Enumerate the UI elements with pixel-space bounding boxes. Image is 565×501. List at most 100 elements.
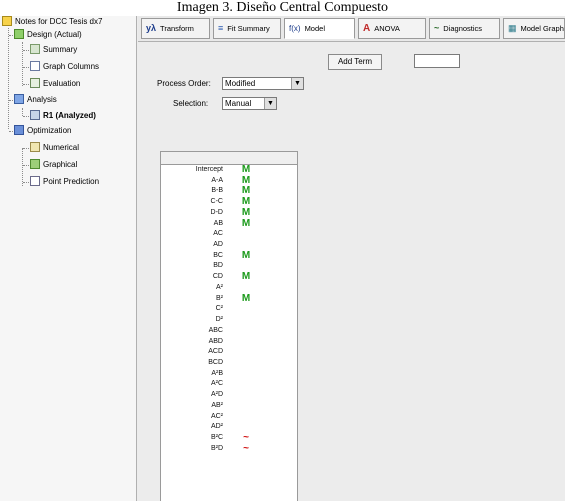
tree-item-label: Design (Actual) (27, 30, 82, 39)
table-row[interactable]: A²D (161, 390, 297, 401)
process-order-value: Modified (225, 79, 256, 88)
anova-icon: A (363, 23, 371, 34)
tree-item-numerical[interactable]: Numerical (30, 141, 79, 155)
table-row[interactable]: C-C M (161, 196, 297, 208)
transform-icon: yλ (146, 23, 157, 33)
analysis-icon (14, 94, 24, 104)
tree-item-label: Evaluation (43, 79, 81, 88)
term-name: AC² (210, 412, 223, 420)
optimization-icon (14, 125, 24, 135)
tree-item-analysis[interactable]: Analysis (14, 93, 57, 107)
tab-diagnostics[interactable]: ~ Diagnostics (429, 18, 500, 39)
tree-item-evaluation[interactable]: Evaluation (30, 77, 80, 91)
tree-item-label: Numerical (43, 143, 80, 152)
model-term-mark[interactable]: M (240, 207, 252, 219)
tree-item-graphical[interactable]: Graphical (30, 158, 77, 172)
table-row[interactable]: CD M (161, 271, 297, 283)
term-name: ABD (208, 337, 223, 345)
response-icon (30, 110, 40, 120)
tree-item-label: Analysis (27, 95, 57, 104)
table-row[interactable]: B² M (161, 293, 297, 305)
table-row[interactable]: ABD (161, 337, 297, 348)
add-term-input[interactable] (414, 54, 460, 68)
term-name: A²C (210, 380, 223, 388)
term-name: Intercept (195, 166, 223, 173)
tree-connector (8, 28, 9, 129)
table-row[interactable]: AC² (161, 412, 297, 423)
table-row[interactable]: A² (161, 283, 297, 294)
aliased-term-mark[interactable]: ~ (240, 443, 252, 455)
term-name: AB² (211, 401, 223, 409)
graphical-icon (30, 159, 40, 169)
table-row[interactable]: BD (161, 261, 297, 272)
tree-item-point-prediction[interactable]: Point Prediction (30, 175, 99, 189)
term-name: ABC (208, 326, 223, 334)
chevron-down-icon[interactable]: ▼ (264, 98, 276, 109)
diagnostics-icon: ~ (434, 23, 440, 33)
tab-model[interactable]: f(x) Model (284, 18, 355, 39)
table-row[interactable]: AD² (161, 422, 297, 433)
term-name: BD (213, 262, 223, 270)
term-name: AD² (210, 423, 223, 431)
term-name: D-D (210, 208, 223, 216)
design-icon (14, 29, 24, 39)
table-row[interactable]: C² (161, 304, 297, 315)
tab-label: ANOVA (374, 24, 400, 33)
tree-item-label: Graphical (43, 160, 78, 169)
tree-item-label: Point Prediction (43, 177, 100, 186)
table-row[interactable]: AB² (161, 401, 297, 412)
model-term-mark[interactable]: M (240, 218, 252, 230)
model-term-mark[interactable]: M (240, 250, 252, 262)
table-row[interactable]: Intercept M (161, 164, 297, 176)
tree-item-graph-columns[interactable]: Graph Columns (30, 60, 99, 74)
point-prediction-icon (30, 176, 40, 186)
tab-transform[interactable]: yλ Transform (141, 18, 210, 39)
term-name: B²D (210, 444, 223, 452)
selection-select[interactable]: Manual ▼ (222, 97, 277, 110)
table-row[interactable]: A-A M (161, 175, 297, 187)
table-row[interactable]: B²C ~ (161, 432, 297, 444)
term-name: ACD (208, 348, 223, 356)
tree-item-r1-analyzed[interactable]: R1 (Analyzed) (30, 109, 96, 123)
table-row[interactable]: D² (161, 315, 297, 326)
table-row[interactable]: AD (161, 240, 297, 251)
tab-model-graphs[interactable]: ▦ Model Graphs (503, 18, 565, 39)
tree-item-label: Summary (43, 45, 78, 54)
table-row[interactable]: AB M (161, 218, 297, 230)
notes-icon (2, 16, 12, 26)
tab-anova[interactable]: A ANOVA (358, 18, 426, 39)
table-header (161, 152, 297, 165)
term-name: A² (216, 283, 223, 291)
summary-icon (30, 44, 40, 54)
table-row[interactable]: BCD (161, 358, 297, 369)
table-row[interactable]: B²D ~ (161, 443, 297, 455)
table-row[interactable]: B-B M (161, 186, 297, 197)
table-row[interactable]: D-D M (161, 207, 297, 219)
tree-item-summary[interactable]: Summary (30, 43, 77, 57)
add-term-button[interactable]: Add Term (328, 54, 382, 70)
table-row[interactable]: ABC (161, 326, 297, 337)
term-name: B² (216, 294, 223, 302)
term-name: CD (212, 273, 223, 281)
tab-fit-summary[interactable]: ≡ Fit Summary (213, 18, 281, 39)
fit-summary-icon: ≡ (218, 23, 224, 33)
table-row[interactable]: A²B (161, 369, 297, 380)
table-row[interactable]: A²C (161, 379, 297, 390)
process-order-select[interactable]: Modified ▼ (222, 77, 304, 90)
tree-item-design[interactable]: Design (Actual) (14, 28, 82, 42)
chevron-down-icon[interactable]: ▼ (291, 78, 303, 89)
tree-connector (22, 148, 23, 186)
tree-item-optimization[interactable]: Optimization (14, 124, 71, 138)
tree-item-notes[interactable]: Notes for DCC Tesis dx7 (2, 15, 102, 29)
term-name: C² (215, 305, 223, 313)
term-name: AC (213, 230, 223, 238)
model-term-mark[interactable]: M (240, 293, 252, 305)
tree-item-label: Notes for DCC Tesis dx7 (15, 17, 103, 26)
tab-label: Model Graphs (520, 24, 565, 33)
table-row[interactable]: BC M (161, 250, 297, 262)
table-row[interactable]: ACD (161, 347, 297, 358)
selection-label: Selection: (173, 99, 209, 108)
table-row[interactable]: AC (161, 229, 297, 240)
model-term-mark[interactable]: M (240, 271, 252, 283)
term-name: A²B (211, 369, 223, 377)
